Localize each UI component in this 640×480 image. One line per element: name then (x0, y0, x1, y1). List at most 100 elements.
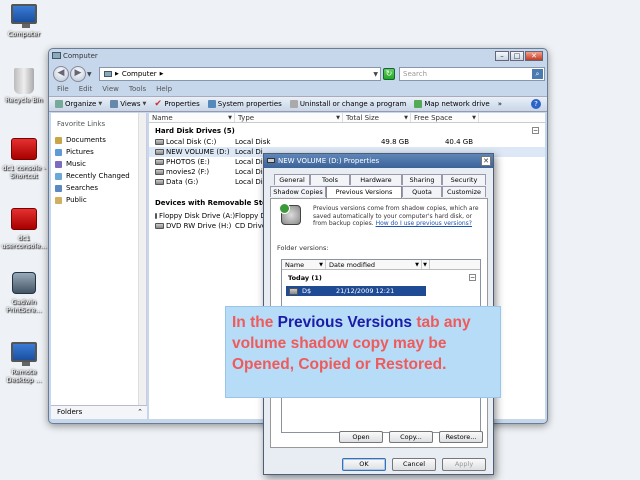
tab-shadow-copies[interactable]: Shadow Copies (270, 186, 326, 197)
tab-security[interactable]: Security (442, 174, 486, 185)
apply-button[interactable]: Apply (442, 458, 486, 471)
back-button[interactable]: ◀ (53, 66, 69, 82)
drive-total-size: 49.8 GB (380, 138, 409, 146)
command-bar: Organize ▼ Views ▼ ✔ Properties System p… (49, 96, 547, 112)
history-dropdown-icon[interactable]: ▼ (87, 71, 95, 78)
address-dropdown-icon[interactable]: ▼ (373, 71, 378, 78)
hard-drive-icon (155, 159, 164, 165)
address-bar[interactable]: ▶ Computer ▶ ▼ (99, 67, 381, 81)
favorite-link-label: Music (66, 160, 86, 168)
version-name: D$ (302, 287, 312, 295)
copy-button[interactable]: Copy... (389, 431, 433, 443)
column-header-type[interactable]: Type ▼ (235, 113, 343, 122)
favorite-link-recently-changed[interactable]: Recently Changed (51, 170, 146, 182)
column-header-free-space[interactable]: Free Space ▼ (411, 113, 479, 122)
maximize-button[interactable]: □ (510, 51, 524, 61)
desktop-icon-gadwin[interactable]: Gadwin PrintScre... (0, 272, 48, 314)
refresh-button[interactable]: ↻ (383, 68, 395, 80)
help-link[interactable]: How do I use previous versions? (376, 220, 472, 227)
version-date: 21/12/2009 12:21 (336, 287, 395, 295)
list-header-name[interactable]: Name ▼ (282, 260, 326, 269)
column-header-total-size[interactable]: Total Size ▼ (343, 113, 411, 122)
uninstall-program-button[interactable]: Uninstall or change a program (289, 100, 406, 108)
system-properties-button[interactable]: System properties (207, 100, 282, 108)
menu-view[interactable]: View (102, 85, 119, 93)
column-header-name[interactable]: Name ▼ (149, 113, 235, 122)
search-icon[interactable]: ⌕ (532, 69, 543, 79)
chevron-down-icon: ▼ (415, 262, 419, 268)
favorite-link-searches[interactable]: Searches (51, 182, 146, 194)
callout-highlight: Previous Versions (277, 314, 413, 331)
tab-tools[interactable]: Tools (310, 174, 350, 185)
tab-hardware[interactable]: Hardware (350, 174, 402, 185)
dialog-title: NEW VOLUME (D:) Properties (278, 157, 380, 165)
more-commands-button[interactable]: » (498, 100, 502, 108)
computer-icon (11, 4, 37, 28)
system-properties-label: System properties (217, 100, 282, 108)
search-folder-icon (55, 184, 62, 192)
tab-sharing[interactable]: Sharing (402, 174, 442, 185)
remote-desktop-icon (11, 342, 37, 366)
desktop-icon-remote-desktop[interactable]: Remote Desktop ... (0, 342, 48, 384)
drive-name: Data (G:) (166, 178, 199, 186)
network-drive-icon (414, 100, 423, 108)
desktop-icon-dc1-userconsole[interactable]: dc1 userconsole... (0, 208, 48, 250)
open-button[interactable]: Open (339, 431, 383, 443)
tab-customize[interactable]: Customize (442, 186, 486, 197)
menu-tools[interactable]: Tools (129, 85, 146, 93)
hard-drive-icon (155, 169, 164, 175)
address-text: Computer (121, 70, 157, 78)
desktop-icon-dc1-console[interactable]: dc1 console - Shortcut (0, 138, 48, 180)
collapse-icon[interactable]: − (532, 127, 539, 134)
tab-previous-versions[interactable]: Previous Versions (326, 186, 402, 198)
group-header-hard-disks[interactable]: Hard Disk Drives (5) − (149, 123, 545, 137)
list-header-date[interactable]: Date modified ▼ (326, 260, 422, 269)
list-header-extra[interactable]: ▼ (422, 260, 430, 269)
list-item[interactable]: D$ 21/12/2009 12:21 (286, 286, 426, 296)
hard-drive-icon (289, 287, 298, 295)
ok-button[interactable]: OK (342, 458, 386, 471)
favorite-link-pictures[interactable]: Pictures (51, 146, 146, 158)
properties-button[interactable]: ✔ Properties (154, 99, 199, 109)
dialog-titlebar[interactable]: NEW VOLUME (D:) Properties ✕ (264, 154, 493, 168)
toolbox-icon (11, 138, 37, 160)
map-network-drive-button[interactable]: Map network drive (414, 100, 490, 108)
minimize-button[interactable]: – (495, 51, 509, 61)
navigation-scrollbar[interactable] (138, 113, 146, 405)
menu-edit[interactable]: Edit (79, 85, 93, 93)
organize-button[interactable]: Organize ▼ (55, 100, 102, 108)
cancel-button[interactable]: Cancel (392, 458, 436, 471)
desktop-icon-recycle-bin[interactable]: Recycle Bin (0, 68, 48, 104)
desktop-icon-computer[interactable]: Computer (0, 4, 48, 38)
desktop-icon-label: Remote Desktop ... (6, 368, 42, 384)
views-button[interactable]: Views ▼ (110, 100, 146, 108)
tab-general[interactable]: General (274, 174, 310, 185)
callout-text-1: In the (232, 314, 278, 331)
close-button[interactable]: ✕ (525, 51, 543, 61)
help-icon[interactable]: ? (531, 99, 541, 109)
restore-button[interactable]: Restore... (439, 431, 483, 443)
folders-toggle[interactable]: Folders ⌃ (51, 405, 147, 419)
group-header-today[interactable]: Today (1) − (282, 270, 480, 282)
menu-help[interactable]: Help (156, 85, 172, 93)
hard-drive-icon (155, 149, 164, 155)
tab-quota[interactable]: Quota (402, 186, 442, 197)
collapse-icon[interactable]: − (469, 274, 476, 281)
checkmark-icon: ✔ (154, 99, 162, 109)
group-title: Hard Disk Drives (5) (155, 127, 235, 135)
breadcrumb-separator-icon: ▶ (159, 71, 164, 77)
menu-file[interactable]: File (57, 85, 69, 93)
chevron-down-icon: ▼ (404, 115, 408, 121)
favorite-link-documents[interactable]: Documents (51, 134, 146, 146)
favorite-link-music[interactable]: Music (51, 158, 146, 170)
annotation-callout: In the Previous Versions tab any volume … (225, 306, 501, 398)
drive-name: PHOTOS (E:) (166, 158, 210, 166)
window-titlebar[interactable]: Computer – □ ✕ (49, 49, 547, 63)
favorite-link-public[interactable]: Public (51, 194, 146, 206)
search-input[interactable]: Search ⌕ (399, 67, 545, 81)
chevron-down-icon: ▼ (228, 115, 232, 121)
forward-button[interactable]: ▶ (70, 66, 86, 82)
dialog-close-button[interactable]: ✕ (481, 156, 491, 166)
table-row[interactable]: Local Disk (C:) Local Disk 49.8 GB 40.4 … (149, 137, 545, 147)
drive-name: Local Disk (C:) (166, 138, 217, 146)
